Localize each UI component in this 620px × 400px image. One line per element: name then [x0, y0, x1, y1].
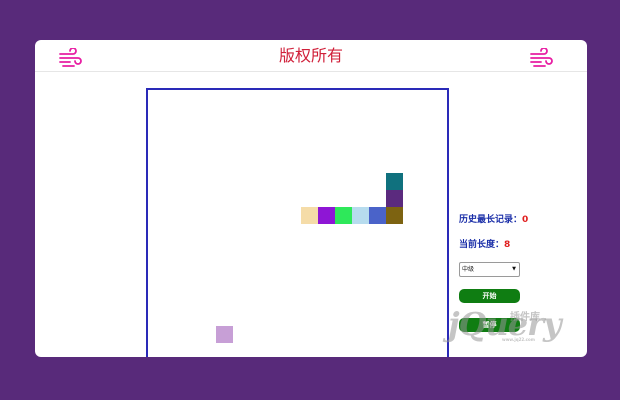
record-value: 0 [522, 215, 529, 225]
difficulty-select[interactable]: 中级 ▼ [459, 262, 520, 277]
snake-segment [386, 207, 403, 224]
page-title: 版权所有 [278, 46, 343, 65]
header: 版权所有 [35, 40, 587, 72]
chevron-down-icon: ▼ [512, 266, 516, 272]
snake-segment [369, 207, 386, 224]
game-board[interactable] [146, 88, 449, 357]
record-stat: 历史最长记录：0 [459, 212, 528, 225]
food-cell [216, 326, 233, 343]
snake-head [386, 173, 403, 190]
start-button[interactable]: 开始 [459, 289, 520, 303]
watermark-cn: 插件库 [510, 312, 540, 323]
record-label: 历史最长记录： [459, 215, 523, 225]
snake-segment [352, 207, 369, 224]
snake-segment [386, 190, 403, 207]
snake-segment [318, 207, 335, 224]
length-value: 8 [504, 240, 511, 250]
watermark-logo: jQuery 插件库 www.jq22.com [448, 303, 578, 349]
watermark-main: jQuery [448, 305, 562, 343]
watermark-sub: www.jq22.com [502, 337, 535, 342]
length-stat: 当前长度：8 [459, 237, 510, 250]
length-label: 当前长度： [459, 240, 505, 250]
difficulty-selected-value: 中级 [462, 266, 475, 273]
snake-segment [301, 207, 318, 224]
snake-segment [335, 207, 352, 224]
wind-icon [530, 48, 553, 67]
